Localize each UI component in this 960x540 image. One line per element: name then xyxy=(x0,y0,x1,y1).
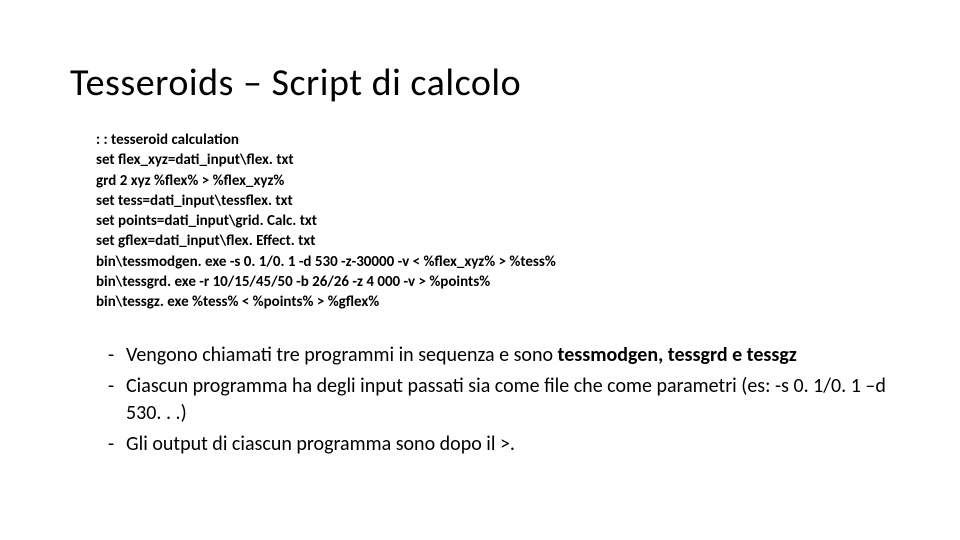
page-title: Tesseroids – Script di calcolo xyxy=(70,60,890,106)
bullet-text: Vengono chiamati tre programmi in sequen… xyxy=(126,342,890,369)
list-item: - Gli output di ciascun programma sono d… xyxy=(96,431,890,458)
bullet-pre: Vengono chiamati tre programmi in sequen… xyxy=(126,343,558,367)
code-block: : : tesseroid calculation set flex_xyz=d… xyxy=(96,130,890,312)
bullet-pre: Ciascun programma ha degli input passati… xyxy=(126,374,886,425)
bullet-dash: - xyxy=(96,373,126,427)
bullet-pre: Gli output di ciascun programma sono dop… xyxy=(126,432,515,456)
bullet-list: - Vengono chiamati tre programmi in sequ… xyxy=(96,342,890,458)
bullet-dash: - xyxy=(96,431,126,458)
code-line: bin\tessmodgen. exe -s 0. 1/0. 1 -d 530 … xyxy=(96,252,890,272)
list-item: - Ciascun programma ha degli input passa… xyxy=(96,373,890,427)
code-line: : : tesseroid calculation xyxy=(96,130,890,150)
list-item: - Vengono chiamati tre programmi in sequ… xyxy=(96,342,890,369)
code-line: grd 2 xyz %flex% > %flex_xyz% xyxy=(96,171,890,191)
bullet-text: Gli output di ciascun programma sono dop… xyxy=(126,431,890,458)
slide: Tesseroids – Script di calcolo : : tesse… xyxy=(0,0,960,502)
bullet-bold: tessmodgen, tessgrd e tessgz xyxy=(558,343,797,367)
code-line: set tess=dati_input\tessflex. txt xyxy=(96,191,890,211)
code-line: set points=dati_input\grid. Calc. txt xyxy=(96,211,890,231)
bullet-dash: - xyxy=(96,342,126,369)
code-line: set gflex=dati_input\flex. Effect. txt xyxy=(96,231,890,251)
bullet-text: Ciascun programma ha degli input passati… xyxy=(126,373,890,427)
code-line: bin\tessgz. exe %tess% < %points% > %gfl… xyxy=(96,292,890,312)
code-line: set flex_xyz=dati_input\flex. txt xyxy=(96,150,890,170)
code-line: bin\tessgrd. exe -r 10/15/45/50 -b 26/26… xyxy=(96,272,890,292)
